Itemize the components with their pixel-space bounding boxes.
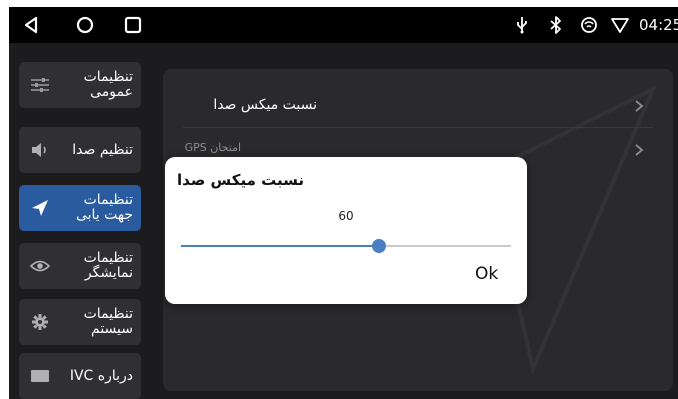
- cast-icon: [579, 14, 599, 36]
- sidebar-item-system[interactable]: تنظیمات سیستم: [19, 299, 141, 345]
- speaker-icon: [29, 139, 51, 161]
- mix-ratio-slider[interactable]: [181, 239, 511, 253]
- navigation-arrow-icon: [29, 197, 51, 219]
- row-label: نسبت میکس صدا: [213, 97, 317, 113]
- mix-ratio-dialog: نسبت میکس صدا 60 Ok: [165, 157, 527, 304]
- divider: [183, 127, 653, 128]
- sidebar-item-navigation[interactable]: تنظیمات جهت یابی: [19, 185, 141, 231]
- sidebar-item-label: تنظیمات نمایشگر: [83, 250, 133, 281]
- row-label: امتحان GPS: [184, 141, 241, 154]
- slider-fill: [181, 245, 379, 247]
- wifi-icon: [610, 14, 630, 36]
- sidebar-item-label: تنظیم صدا: [72, 141, 133, 158]
- chevron-right-icon: [635, 144, 644, 156]
- eye-icon: [29, 255, 51, 277]
- sliders-icon: [29, 74, 51, 96]
- status-bar: 04:25: [9, 7, 678, 43]
- gear-icon: [29, 311, 51, 333]
- chevron-right-icon: [635, 100, 644, 112]
- sidebar-item-label: درباره IVC: [69, 367, 133, 384]
- recents-icon[interactable]: [122, 14, 144, 36]
- home-icon[interactable]: [74, 14, 96, 36]
- slider-value: 60: [338, 209, 354, 223]
- sidebar-item-general[interactable]: تنظيمات عمومی: [19, 62, 141, 108]
- sidebar-item-about[interactable]: درباره IVC: [19, 353, 141, 399]
- usb-icon: [512, 14, 532, 36]
- clock: 04:25: [639, 16, 678, 34]
- slider-thumb[interactable]: [372, 239, 386, 253]
- sidebar-item-sound[interactable]: تنظیم صدا: [19, 127, 141, 173]
- sidebar-item-display[interactable]: تنظیمات نمایشگر: [19, 243, 141, 289]
- dialog-title: نسبت میکس صدا: [177, 171, 304, 189]
- card-icon: [29, 365, 51, 387]
- sidebar-item-label: تنظيمات عمومی: [83, 69, 133, 100]
- panel-row-mix-ratio[interactable]: نسبت میکس صدا: [163, 87, 673, 123]
- sidebar-item-label: تنظیمات جهت یابی: [75, 192, 133, 223]
- ok-button[interactable]: Ok: [475, 264, 498, 284]
- back-icon[interactable]: [20, 14, 42, 36]
- bluetooth-icon: [546, 14, 566, 36]
- sidebar-item-label: تنظیمات سیستم: [83, 306, 133, 337]
